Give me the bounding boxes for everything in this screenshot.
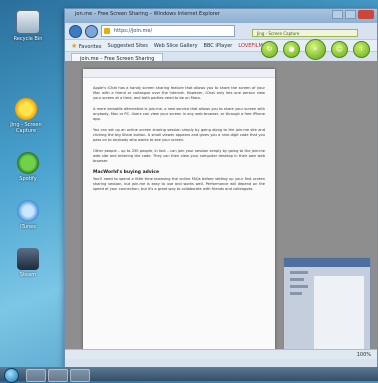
taskbar-media-icon[interactable]: [48, 369, 68, 382]
favorites-button[interactable]: ★ Favorites: [71, 42, 101, 50]
forward-arrow-icon[interactable]: [85, 24, 98, 38]
doc-heading: MacWorld's buying advice: [93, 170, 160, 175]
favorite-link-suggested-sites[interactable]: Suggested Sites: [107, 43, 147, 49]
doc-paragraph: Other people – up to 250 people, in fact…: [93, 149, 265, 163]
info-icon[interactable]: i: [353, 41, 370, 58]
taskbar-explorer-icon[interactable]: [26, 369, 46, 382]
document-toolbar: [83, 69, 275, 78]
window-title: jon.me – Free Screen Sharing – Windows I…: [75, 11, 220, 17]
desktop-icon-itunes[interactable]: iTunes: [6, 200, 50, 230]
address-text: https://join.me/: [114, 28, 153, 34]
desktop-icon-label: Spotify: [19, 176, 37, 182]
page-content: Apple's iChat has a handy screen sharing…: [65, 61, 377, 359]
back-arrow-icon[interactable]: [69, 24, 82, 38]
taskbar-ie-icon[interactable]: [70, 369, 90, 382]
jing-sun-icon: [15, 98, 37, 120]
join-me-controls: ↻ ● ⌕ ☺ i: [261, 39, 370, 60]
address-bar[interactable]: https://join.me/: [101, 25, 235, 37]
desktop-icon-recycle-bin[interactable]: Recycle Bin: [6, 10, 50, 42]
itunes-icon: [17, 200, 39, 222]
minimize-button[interactable]: [332, 10, 343, 19]
desktop-icon-label: Steam: [19, 272, 37, 278]
user-icon[interactable]: ☺: [331, 41, 348, 58]
status-bar: 100%: [65, 349, 377, 359]
chat-icon[interactable]: ●: [283, 41, 300, 58]
zoom-level[interactable]: 100%: [357, 352, 371, 358]
desktop-icon-label: Jing - Screen Capture: [10, 122, 42, 134]
maximize-button[interactable]: [345, 10, 356, 19]
doc-paragraph: You'll need to spend a little time brows…: [93, 177, 265, 191]
refresh-icon[interactable]: ↻: [261, 41, 278, 58]
desktop-icon-label: iTunes: [20, 224, 36, 230]
close-button[interactable]: [358, 10, 374, 19]
favorite-link-bbc-iplayer[interactable]: BBC iPlayer: [204, 43, 233, 49]
spotify-icon: [17, 152, 39, 174]
steam-icon: [17, 248, 39, 270]
desktop-icon-jing[interactable]: Jing - Screen Capture: [4, 98, 48, 134]
recycle-bin-icon: [16, 10, 40, 34]
desktop-icon-steam[interactable]: Steam: [6, 248, 50, 278]
star-icon: ★: [71, 41, 78, 50]
browser-window: jon.me – Free Screen Sharing – Windows I…: [64, 8, 378, 372]
jing-capture-bar: Jing - Screen Capture: [252, 29, 358, 37]
shared-window-panel: [283, 257, 371, 359]
desktop-icon-spotify[interactable]: Spotify: [6, 152, 50, 182]
shared-document: Apple's iChat has a handy screen sharing…: [83, 69, 275, 359]
title-bar: jon.me – Free Screen Sharing – Windows I…: [65, 9, 377, 23]
favorite-link-lovefilm[interactable]: LOVEFILM: [238, 43, 263, 49]
search-icon[interactable]: ⌕: [305, 39, 326, 60]
doc-paragraph: A more versatile alternative is join.me,…: [93, 107, 265, 121]
favorite-link-web-slice-gallery[interactable]: Web Slice Gallery: [154, 43, 198, 49]
doc-paragraph: Apple's iChat has a handy screen sharing…: [93, 86, 265, 100]
lock-icon: [104, 28, 110, 34]
taskbar: [0, 367, 378, 383]
doc-paragraph: You can set up an online screen sharing …: [93, 128, 265, 142]
desktop-icon-label: Recycle Bin: [13, 36, 43, 42]
